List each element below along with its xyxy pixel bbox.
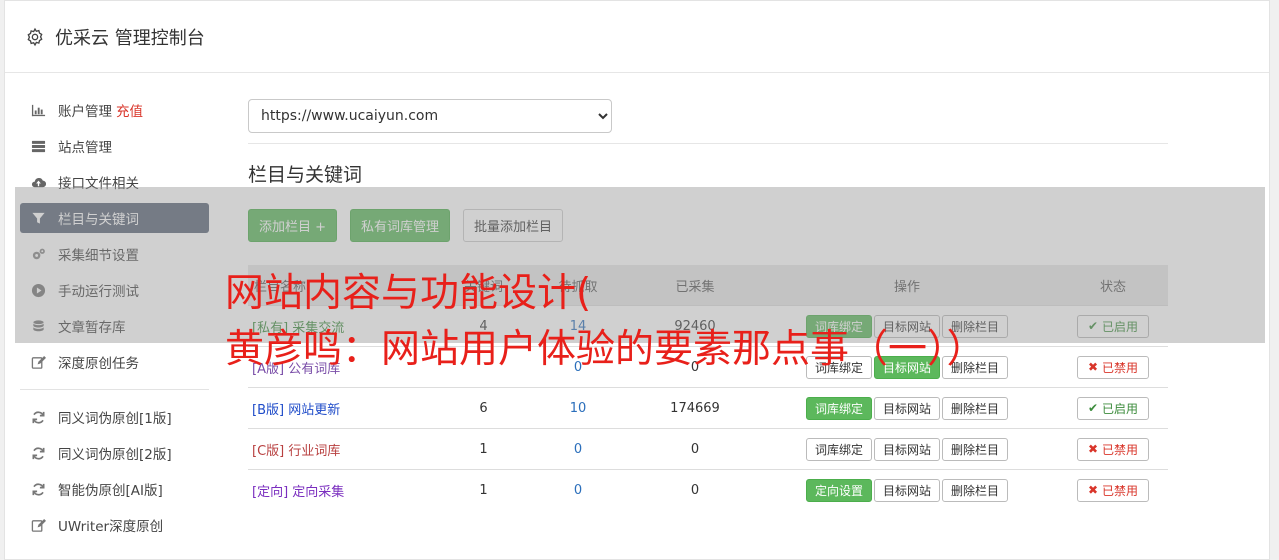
- status-toggle[interactable]: ✖ 已禁用: [1076, 355, 1150, 379]
- lexicon-bind-button[interactable]: 定向设置: [805, 478, 872, 502]
- sidebar-item-label: 深度原创任务: [58, 356, 139, 372]
- column-tag: [定向]: [252, 484, 289, 500]
- check-icon: ✔: [1087, 401, 1099, 415]
- cell-keywords: 1: [445, 428, 522, 470]
- cell-column-name[interactable]: [C版] 行业词库: [248, 428, 445, 470]
- target-site-button[interactable]: 目标网站: [873, 478, 940, 502]
- cell-actions: 词库绑定 目标网站 删除栏目: [756, 428, 1058, 470]
- status-toggle[interactable]: ✔ 已启用: [1076, 396, 1150, 420]
- server-icon: [30, 138, 46, 154]
- refresh-icon: [30, 409, 46, 425]
- cell-actions: 定向设置 目标网站 删除栏目: [756, 469, 1058, 510]
- cell-column-name[interactable]: [B版] 网站更新: [248, 387, 445, 429]
- sidebar-item-label: 同义词伪原创[1版]: [58, 411, 172, 427]
- delete-column-button[interactable]: 删除栏目: [942, 478, 1009, 502]
- delete-column-button[interactable]: 删除栏目: [942, 437, 1009, 461]
- sidebar-item-synonym-v1[interactable]: 同义词伪原创[1版]: [20, 402, 209, 432]
- sidebar-item-uwriter[interactable]: UWriter深度原创: [20, 510, 209, 540]
- cell-collected: 0: [634, 428, 756, 470]
- cell-collected: 0: [634, 469, 756, 510]
- sidebar-item-label: UWriter深度原创: [58, 519, 164, 535]
- table-row: [C版] 行业词库 1 0 0 词库绑定 目标网站 删除栏目 ✖ 已禁用: [248, 428, 1168, 470]
- status-label: 已禁用: [1102, 360, 1139, 375]
- page-title: 优采云 管理控制台: [55, 27, 205, 49]
- cell-keywords: 1: [445, 469, 522, 510]
- column-tag: [B版]: [252, 402, 285, 418]
- refresh-icon: [30, 445, 46, 461]
- refresh-icon: [30, 481, 46, 497]
- sidebar-item-label: 站点管理: [58, 140, 112, 156]
- x-icon: ✖: [1087, 483, 1099, 497]
- cell-collected: 174669: [634, 387, 756, 429]
- column-name: 网站更新: [288, 402, 341, 418]
- cell-actions: 词库绑定 目标网站 删除栏目: [756, 387, 1058, 429]
- cell-keywords: 6: [445, 387, 522, 429]
- column-tag: [C版]: [252, 443, 285, 459]
- status-label: 已禁用: [1102, 483, 1139, 498]
- status-label: 已启用: [1102, 401, 1139, 416]
- edit-icon: [30, 517, 46, 533]
- sidebar-item-label: 智能伪原创[AI版]: [58, 483, 163, 499]
- section-title: 栏目与关键词: [248, 164, 363, 186]
- target-site-button[interactable]: 目标网站: [873, 396, 940, 420]
- column-name: 定向采集: [292, 484, 345, 500]
- cell-pending[interactable]: 10: [522, 387, 634, 429]
- cell-status: ✖ 已禁用: [1058, 469, 1168, 510]
- sidebar-item-deep-original[interactable]: 深度原创任务: [20, 347, 209, 377]
- cell-status: ✔ 已启用: [1058, 387, 1168, 429]
- sidebar-item-synonym-v2[interactable]: 同义词伪原创[2版]: [20, 438, 209, 468]
- panel-header: 优采云 管理控制台: [5, 1, 1269, 73]
- gear-icon: [27, 27, 43, 46]
- cell-pending[interactable]: 0: [522, 428, 634, 470]
- status-toggle[interactable]: ✖ 已禁用: [1076, 478, 1150, 502]
- sidebar-item-ai-rewrite[interactable]: 智能伪原创[AI版]: [20, 474, 209, 504]
- table-row: [定向] 定向采集 1 0 0 定向设置 目标网站 删除栏目 ✖ 已禁用: [248, 469, 1168, 510]
- overlay-caption: 网站内容与功能设计( 黄彦鸣：网站用户体验的要素那点事（一））: [225, 266, 986, 378]
- cell-pending[interactable]: 0: [522, 469, 634, 510]
- cell-status: ✖ 已禁用: [1058, 346, 1168, 388]
- recharge-link[interactable]: 充值: [116, 100, 143, 120]
- target-site-button[interactable]: 目标网站: [873, 437, 940, 461]
- lexicon-bind-button[interactable]: 词库绑定: [805, 437, 872, 461]
- lexicon-bind-button[interactable]: 词库绑定: [805, 396, 872, 420]
- status-label: 已禁用: [1102, 442, 1139, 457]
- edit-icon: [30, 354, 46, 370]
- cell-status: ✖ 已禁用: [1058, 428, 1168, 470]
- sidebar-item-account[interactable]: 账户管理 充值: [20, 95, 209, 125]
- x-icon: ✖: [1087, 442, 1099, 456]
- overlay-line-1: 网站内容与功能设计(: [225, 271, 592, 316]
- bar-chart-icon: [30, 102, 46, 118]
- sidebar-item-label: 同义词伪原创[2版]: [58, 447, 172, 463]
- divider: [248, 143, 1168, 144]
- sidebar-item-sites[interactable]: 站点管理: [20, 131, 209, 161]
- sidebar-item-label: 账户管理: [58, 104, 112, 120]
- cell-column-name[interactable]: [定向] 定向采集: [248, 469, 445, 510]
- site-select[interactable]: https://www.ucaiyun.com: [248, 99, 612, 133]
- status-toggle[interactable]: ✖ 已禁用: [1076, 437, 1150, 461]
- column-name: 行业词库: [288, 443, 341, 459]
- sidebar-divider: [20, 389, 209, 390]
- overlay-line-2: 黄彦鸣：网站用户体验的要素那点事（一））: [225, 327, 986, 372]
- x-icon: ✖: [1087, 360, 1099, 374]
- delete-column-button[interactable]: 删除栏目: [942, 396, 1009, 420]
- table-row: [B版] 网站更新 6 10 174669 词库绑定 目标网站 删除栏目 ✔ 已启用: [248, 387, 1168, 429]
